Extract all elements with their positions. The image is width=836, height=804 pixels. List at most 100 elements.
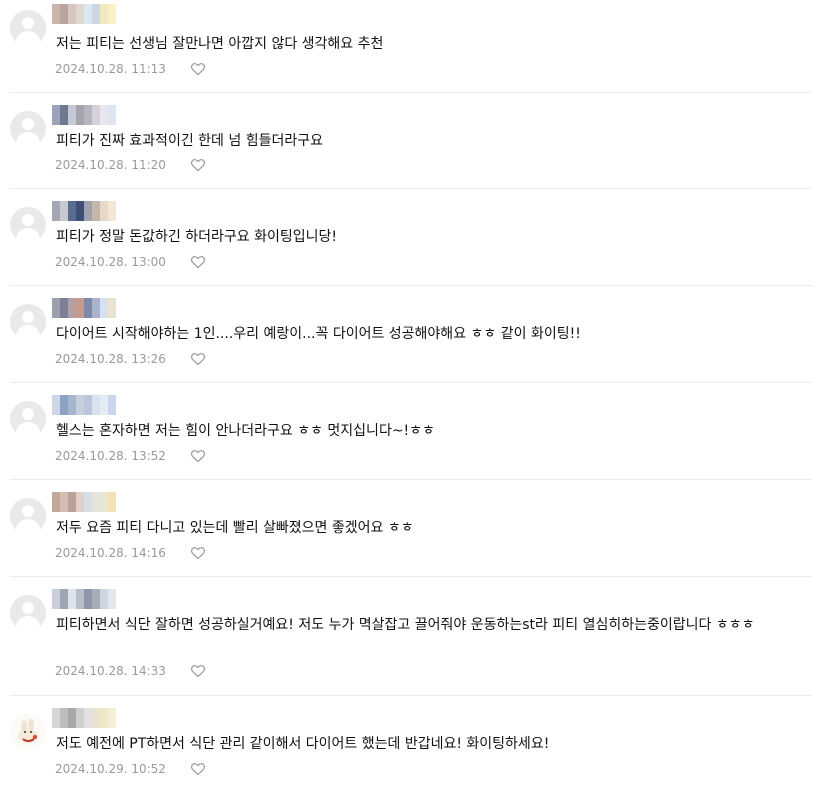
nickname-pixel [60,298,68,318]
default-profile-icon[interactable] [10,10,46,46]
default-profile-icon[interactable] [10,207,46,243]
nickname[interactable] [52,395,116,415]
nickname[interactable] [52,298,116,318]
nickname-pixel [84,589,92,609]
comment-text: 저도 예전에 PT하면서 식단 관리 같이해서 다이어트 했는데 반갑네요! 화… [56,736,550,752]
nickname-pixel [84,492,92,512]
heart-outline-icon[interactable] [190,351,206,367]
nickname-pixel [92,708,100,728]
nickname-pixel [92,298,100,318]
nickname-pixel [92,4,100,24]
nickname-pixel [84,298,92,318]
nickname-pixel [52,395,60,415]
nickname-pixel [108,298,116,318]
nickname-pixel [68,201,76,221]
nickname-pixel [68,4,76,24]
nickname-pixel [108,492,116,512]
nickname[interactable] [52,4,116,24]
nickname-pixel [108,708,116,728]
nickname-pixel [68,105,76,125]
nickname-pixel [92,395,100,415]
comment-item: 저도 예전에 PT하면서 식단 관리 같이해서 다이어트 했는데 반갑네요! 화… [10,696,812,804]
comment-list: 저는 피티는 선생님 잘만나면 아깝지 않다 생각해요 추천 2024.10.2… [0,0,836,804]
rabbit-profile-image[interactable] [10,714,46,750]
heart-outline-icon[interactable] [190,761,206,777]
comment-date: 2024.10.28. 14:33 [55,664,166,678]
nickname-pixel [100,492,108,512]
nickname-pixel [76,298,84,318]
comment-date: 2024.10.28. 13:52 [55,449,166,463]
heart-outline-icon[interactable] [190,157,206,173]
default-profile-icon[interactable] [10,304,46,340]
nickname[interactable] [52,201,116,221]
comment-text: 피티하면서 식단 잘하면 성공하실거예요! 저도 누가 멱살잡고 끌어줘야 운동… [56,617,755,633]
comment-item: 피티가 진짜 효과적이긴 한데 넘 힘들더라구요 2024.10.28. 11:… [10,93,812,189]
nickname-pixel [60,201,68,221]
nickname-pixel [52,298,60,318]
nickname-pixel [60,395,68,415]
nickname-pixel [84,395,92,415]
nickname-pixel [108,4,116,24]
nickname-pixel [76,105,84,125]
nickname-pixel [92,105,100,125]
nickname[interactable] [52,492,116,512]
nickname-pixel [68,298,76,318]
nickname-pixel [76,4,84,24]
comment-item: 저는 피티는 선생님 잘만나면 아깝지 않다 생각해요 추천 2024.10.2… [10,0,812,93]
default-profile-icon[interactable] [10,595,46,631]
nickname-pixel [76,589,84,609]
heart-outline-icon[interactable] [190,545,206,561]
comment-date: 2024.10.28. 13:26 [55,352,166,366]
nickname-pixel [108,105,116,125]
comment-item: 다이어트 시작해야하는 1인....우리 예랑이...꼭 다이어트 성공해야해요… [10,286,812,383]
nickname-pixel [84,201,92,221]
comment-text: 헬스는 혼자하면 저는 힘이 안나더라구요 ㅎㅎ 멋지십니다~!ㅎㅎ [56,423,435,439]
nickname-pixel [76,395,84,415]
nickname-pixel [52,201,60,221]
nickname-pixel [84,4,92,24]
nickname-pixel [100,201,108,221]
comment-item: 피티하면서 식단 잘하면 성공하실거예요! 저도 누가 멱살잡고 끌어줘야 운동… [10,577,812,696]
nickname-pixel [100,298,108,318]
nickname-pixel [76,708,84,728]
nickname-pixel [100,4,108,24]
comment-text: 저두 요즘 피티 다니고 있는데 빨리 살빠졌으면 좋겠어요 ㅎㅎ [56,520,414,536]
rabbit-profile-icon [18,719,38,743]
heart-outline-icon[interactable] [190,61,206,77]
nickname[interactable] [52,589,116,609]
nickname-pixel [52,708,60,728]
comment-date: 2024.10.28. 13:00 [55,255,166,269]
default-profile-icon[interactable] [10,401,46,437]
nickname-pixel [68,492,76,512]
nickname-pixel [52,105,60,125]
nickname-pixel [60,4,68,24]
nickname[interactable] [52,708,116,728]
nickname-pixel [100,589,108,609]
nickname-pixel [68,589,76,609]
nickname[interactable] [52,105,116,125]
default-profile-icon[interactable] [10,498,46,534]
nickname-pixel [108,201,116,221]
comment-text: 피티가 정말 돈값하긴 하더라구요 화이팅입니당! [56,229,338,245]
heart-outline-icon[interactable] [190,254,206,270]
default-profile-icon[interactable] [10,111,46,147]
nickname-pixel [92,201,100,221]
heart-outline-icon[interactable] [190,448,206,464]
nickname-pixel [84,105,92,125]
nickname-pixel [100,105,108,125]
nickname-pixel [60,589,68,609]
nickname-pixel [52,4,60,24]
nickname-pixel [68,708,76,728]
nickname-pixel [76,201,84,221]
nickname-pixel [84,708,92,728]
comment-date: 2024.10.28. 11:13 [55,62,166,76]
nickname-pixel [92,492,100,512]
nickname-pixel [68,395,76,415]
nickname-pixel [52,492,60,512]
comment-text: 피티가 진짜 효과적이긴 한데 넘 힘들더라구요 [56,133,323,149]
nickname-pixel [108,395,116,415]
comment-date: 2024.10.28. 14:16 [55,546,166,560]
nickname-pixel [76,492,84,512]
nickname-pixel [60,708,68,728]
heart-outline-icon[interactable] [190,663,206,679]
